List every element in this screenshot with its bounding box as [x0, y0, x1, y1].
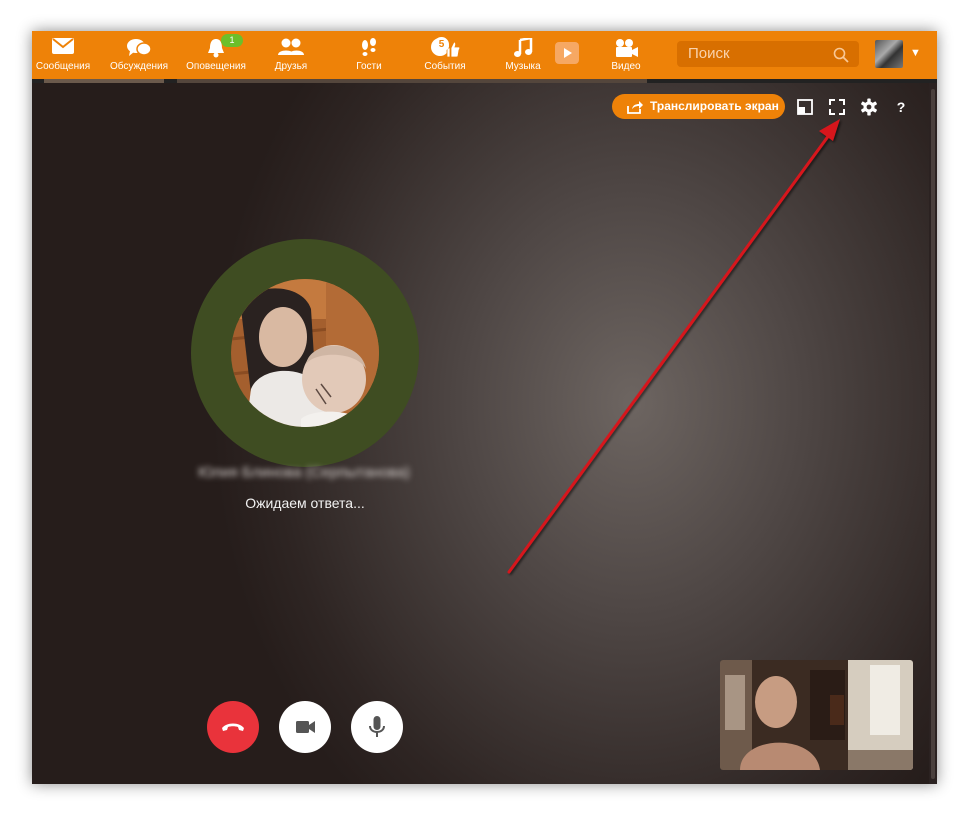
app-window: Сообщения Обсуждения 1 Оповещения Друзья [32, 31, 937, 784]
annotation-arrow [507, 119, 840, 574]
